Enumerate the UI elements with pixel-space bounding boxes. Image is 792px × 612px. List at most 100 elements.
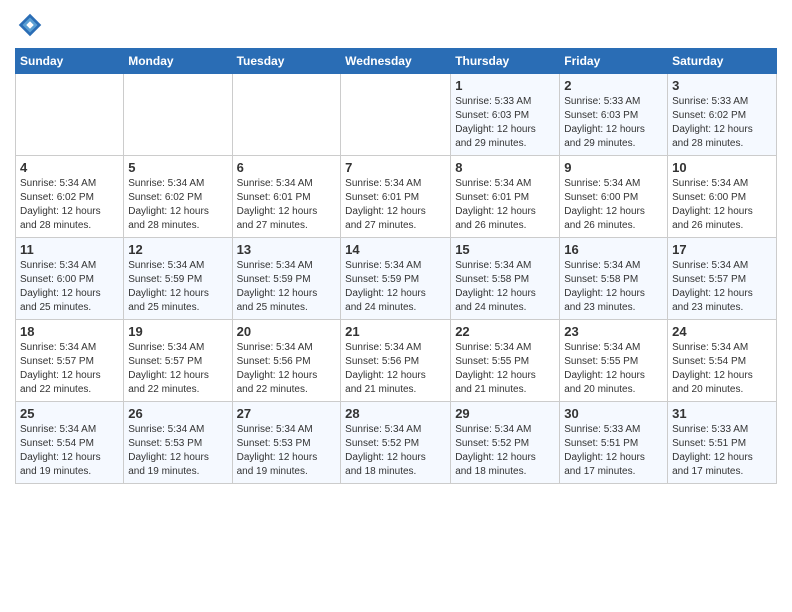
- day-cell: 14 Sunrise: 5:34 AM Sunset: 5:59 PM Dayli…: [341, 238, 451, 320]
- day-cell: 24 Sunrise: 5:34 AM Sunset: 5:54 PM Dayli…: [668, 320, 777, 402]
- day-info: Sunrise: 5:34 AM Sunset: 6:01 PM Dayligh…: [345, 177, 446, 233]
- day-cell: 10Sunrise: 5:34 AM Sunset: 6:00 PM Dayli…: [668, 156, 777, 238]
- day-cell: [16, 74, 124, 156]
- day-cell: 16Sunrise: 5:34 AM Sunset: 5:58 PM Dayli…: [560, 238, 668, 320]
- day-info: Sunrise: 5:34 AM Sunset: 6:02 PM Dayligh…: [128, 177, 227, 233]
- day-cell: 12Sunrise: 5:34 AM Sunset: 5:59 PM Dayli…: [124, 238, 232, 320]
- day-info: Sunrise: 5:34 AM Sunset: 5:55 PM Dayligh…: [564, 341, 663, 397]
- day-info: Sunrise: 5:34 AM Sunset: 5:55 PM Dayligh…: [455, 341, 555, 397]
- day-info: Sunrise: 5:33 AM Sunset: 6:03 PM Dayligh…: [564, 95, 663, 151]
- day-cell: 11 Sunrise: 5:34 AM Sunset: 6:00 PM Dayli…: [16, 238, 124, 320]
- day-number: 20: [237, 324, 337, 339]
- logo: [15, 10, 49, 40]
- day-cell: 20 Sunrise: 5:34 AM Sunset: 5:56 PM Dayli…: [232, 320, 341, 402]
- header-cell-tuesday: Tuesday: [232, 49, 341, 74]
- day-info: Sunrise: 5:34 AM Sunset: 5:53 PM Dayligh…: [128, 423, 227, 479]
- day-cell: 25Sunrise: 5:34 AM Sunset: 5:54 PM Dayli…: [16, 402, 124, 484]
- day-number: 19: [128, 324, 227, 339]
- header-cell-sunday: Sunday: [16, 49, 124, 74]
- day-cell: 23Sunrise: 5:34 AM Sunset: 5:55 PM Dayli…: [560, 320, 668, 402]
- day-info: Sunrise: 5:34 AM Sunset: 5:59 PM Dayligh…: [237, 259, 337, 315]
- day-cell: 28Sunrise: 5:34 AM Sunset: 5:52 PM Dayli…: [341, 402, 451, 484]
- day-number: 3: [672, 78, 772, 93]
- day-cell: 21 Sunrise: 5:34 AM Sunset: 5:56 PM Dayli…: [341, 320, 451, 402]
- day-number: 15: [455, 242, 555, 257]
- day-cell: 27 Sunrise: 5:34 AM Sunset: 5:53 PM Dayli…: [232, 402, 341, 484]
- day-cell: 1 Sunrise: 5:33 AM Sunset: 6:03 PM Daylig…: [451, 74, 560, 156]
- day-info: Sunrise: 5:34 AM Sunset: 5:52 PM Dayligh…: [345, 423, 446, 479]
- day-number: 8: [455, 160, 555, 175]
- day-info: Sunrise: 5:34 AM Sunset: 5:56 PM Dayligh…: [237, 341, 337, 397]
- day-number: 11: [20, 242, 119, 257]
- day-number: 31: [672, 406, 772, 421]
- day-info: Sunrise: 5:33 AM Sunset: 5:51 PM Dayligh…: [564, 423, 663, 479]
- day-cell: 13 Sunrise: 5:34 AM Sunset: 5:59 PM Dayli…: [232, 238, 341, 320]
- day-number: 14: [345, 242, 446, 257]
- day-number: 1: [455, 78, 555, 93]
- day-number: 7: [345, 160, 446, 175]
- day-info: Sunrise: 5:34 AM Sunset: 6:01 PM Dayligh…: [455, 177, 555, 233]
- day-info: Sunrise: 5:33 AM Sunset: 6:03 PM Dayligh…: [455, 95, 555, 151]
- day-cell: [341, 74, 451, 156]
- day-info: Sunrise: 5:34 AM Sunset: 6:01 PM Dayligh…: [237, 177, 337, 233]
- day-info: Sunrise: 5:34 AM Sunset: 5:57 PM Dayligh…: [20, 341, 119, 397]
- day-info: Sunrise: 5:34 AM Sunset: 6:00 PM Dayligh…: [20, 259, 119, 315]
- page-header: [15, 10, 777, 40]
- week-row-0: 1 Sunrise: 5:33 AM Sunset: 6:03 PM Daylig…: [16, 74, 777, 156]
- day-cell: 7 Sunrise: 5:34 AM Sunset: 6:01 PM Daylig…: [341, 156, 451, 238]
- day-cell: 3 Sunrise: 5:33 AM Sunset: 6:02 PM Daylig…: [668, 74, 777, 156]
- day-number: 12: [128, 242, 227, 257]
- day-number: 29: [455, 406, 555, 421]
- day-number: 21: [345, 324, 446, 339]
- header-cell-saturday: Saturday: [668, 49, 777, 74]
- calendar-body: 1 Sunrise: 5:33 AM Sunset: 6:03 PM Daylig…: [16, 74, 777, 484]
- day-info: Sunrise: 5:34 AM Sunset: 5:54 PM Dayligh…: [672, 341, 772, 397]
- calendar-table: SundayMondayTuesdayWednesdayThursdayFrid…: [15, 48, 777, 484]
- header-cell-wednesday: Wednesday: [341, 49, 451, 74]
- day-number: 10: [672, 160, 772, 175]
- header-cell-thursday: Thursday: [451, 49, 560, 74]
- day-cell: 6 Sunrise: 5:34 AM Sunset: 6:01 PM Daylig…: [232, 156, 341, 238]
- day-number: 4: [20, 160, 119, 175]
- day-info: Sunrise: 5:33 AM Sunset: 6:02 PM Dayligh…: [672, 95, 772, 151]
- day-number: 16: [564, 242, 663, 257]
- day-info: Sunrise: 5:34 AM Sunset: 5:54 PM Dayligh…: [20, 423, 119, 479]
- day-number: 17: [672, 242, 772, 257]
- day-cell: 8 Sunrise: 5:34 AM Sunset: 6:01 PM Daylig…: [451, 156, 560, 238]
- day-info: Sunrise: 5:34 AM Sunset: 5:52 PM Dayligh…: [455, 423, 555, 479]
- day-info: Sunrise: 5:34 AM Sunset: 6:02 PM Dayligh…: [20, 177, 119, 233]
- day-info: Sunrise: 5:34 AM Sunset: 5:57 PM Dayligh…: [672, 259, 772, 315]
- day-number: 26: [128, 406, 227, 421]
- day-cell: 5Sunrise: 5:34 AM Sunset: 6:02 PM Daylig…: [124, 156, 232, 238]
- day-number: 27: [237, 406, 337, 421]
- day-number: 30: [564, 406, 663, 421]
- day-info: Sunrise: 5:34 AM Sunset: 5:58 PM Dayligh…: [455, 259, 555, 315]
- calendar-header: SundayMondayTuesdayWednesdayThursdayFrid…: [16, 49, 777, 74]
- day-cell: 31Sunrise: 5:33 AM Sunset: 5:51 PM Dayli…: [668, 402, 777, 484]
- day-number: 22: [455, 324, 555, 339]
- day-number: 6: [237, 160, 337, 175]
- day-cell: 18 Sunrise: 5:34 AM Sunset: 5:57 PM Dayli…: [16, 320, 124, 402]
- day-number: 9: [564, 160, 663, 175]
- day-info: Sunrise: 5:34 AM Sunset: 5:59 PM Dayligh…: [345, 259, 446, 315]
- day-cell: [232, 74, 341, 156]
- week-row-2: 11 Sunrise: 5:34 AM Sunset: 6:00 PM Dayli…: [16, 238, 777, 320]
- day-number: 13: [237, 242, 337, 257]
- day-cell: 17 Sunrise: 5:34 AM Sunset: 5:57 PM Dayli…: [668, 238, 777, 320]
- day-cell: 15 Sunrise: 5:34 AM Sunset: 5:58 PM Dayli…: [451, 238, 560, 320]
- day-info: Sunrise: 5:34 AM Sunset: 5:53 PM Dayligh…: [237, 423, 337, 479]
- day-number: 2: [564, 78, 663, 93]
- day-number: 18: [20, 324, 119, 339]
- day-number: 24: [672, 324, 772, 339]
- week-row-4: 25Sunrise: 5:34 AM Sunset: 5:54 PM Dayli…: [16, 402, 777, 484]
- header-cell-friday: Friday: [560, 49, 668, 74]
- header-cell-monday: Monday: [124, 49, 232, 74]
- page-container: SundayMondayTuesdayWednesdayThursdayFrid…: [0, 0, 792, 494]
- day-cell: 4 Sunrise: 5:34 AM Sunset: 6:02 PM Daylig…: [16, 156, 124, 238]
- header-row: SundayMondayTuesdayWednesdayThursdayFrid…: [16, 49, 777, 74]
- week-row-1: 4 Sunrise: 5:34 AM Sunset: 6:02 PM Daylig…: [16, 156, 777, 238]
- day-cell: 2 Sunrise: 5:33 AM Sunset: 6:03 PM Daylig…: [560, 74, 668, 156]
- day-cell: 30 Sunrise: 5:33 AM Sunset: 5:51 PM Dayli…: [560, 402, 668, 484]
- day-info: Sunrise: 5:34 AM Sunset: 5:56 PM Dayligh…: [345, 341, 446, 397]
- logo-icon: [15, 10, 45, 40]
